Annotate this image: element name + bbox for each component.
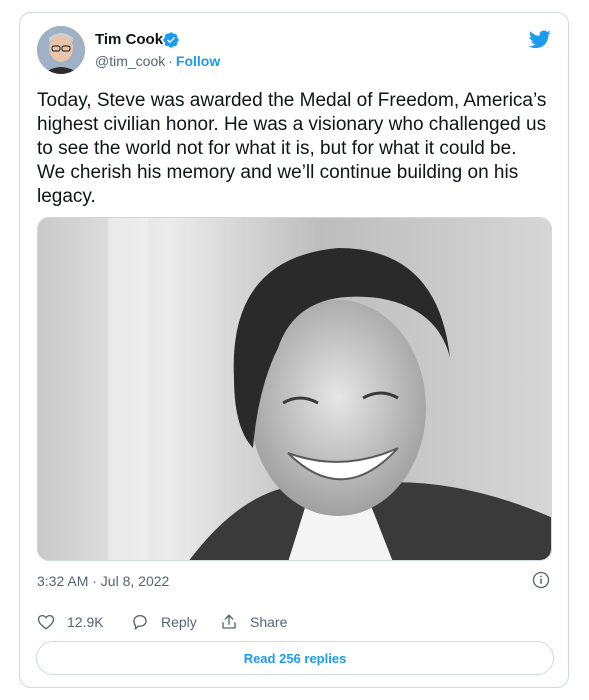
twitter-bird-icon[interactable] <box>528 28 552 50</box>
verified-badge-icon <box>163 32 179 48</box>
like-button[interactable]: 12.9K <box>37 613 104 631</box>
info-icon[interactable] <box>532 571 550 589</box>
read-replies-button[interactable]: Read 256 replies <box>36 641 554 675</box>
separator: · <box>168 53 173 69</box>
reply-label: Reply <box>161 614 197 630</box>
reply-button[interactable]: Reply <box>131 613 197 631</box>
share-icon <box>222 614 236 629</box>
share-label: Share <box>250 614 288 630</box>
follow-button[interactable]: Follow <box>176 53 220 69</box>
author-name[interactable]: Tim Cook <box>95 31 163 48</box>
like-count: 12.9K <box>67 614 104 630</box>
tweet-actions: 12.9K Reply Share <box>37 613 337 633</box>
reply-bubble-icon <box>133 614 147 630</box>
tweet-text: Today, Steve was awarded the Medal of Fr… <box>37 90 547 207</box>
heart-icon <box>37 614 55 630</box>
author-handle[interactable]: @tim_cook <box>95 53 165 69</box>
handle-line: @tim_cook · Follow <box>95 53 220 69</box>
tweet-card: Tim Cook @tim_cook · Follow Today, Steve w… <box>19 12 569 688</box>
tweet-timestamp[interactable]: 3:32 AM · Jul 8, 2022 <box>37 573 169 589</box>
tweet-photo[interactable] <box>37 217 552 561</box>
avatar[interactable] <box>37 26 85 74</box>
share-button[interactable]: Share <box>220 613 287 631</box>
